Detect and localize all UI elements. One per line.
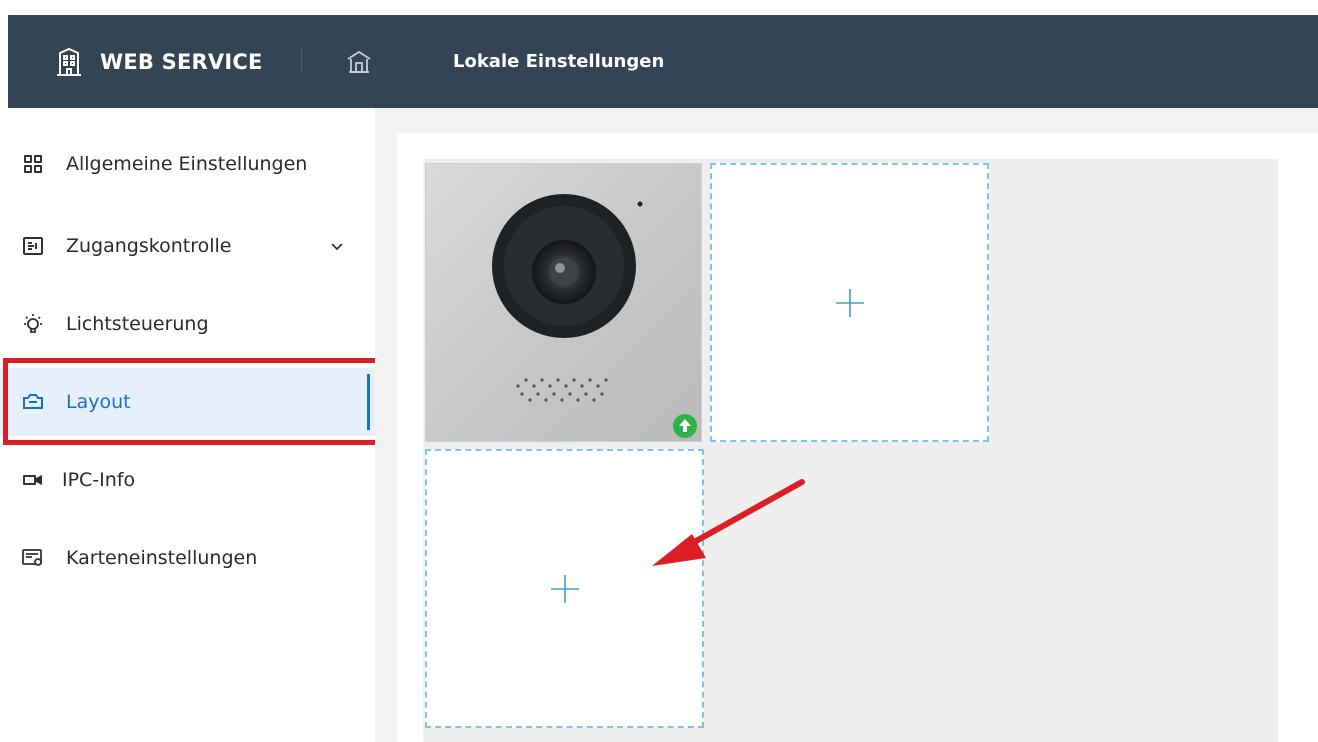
brand-title: WEB SERVICE [100, 49, 263, 74]
layout-icon [22, 391, 44, 413]
sidebar-item-label: Layout [66, 391, 131, 413]
sidebar: Allgemeine Einstellungen Zugangskontroll… [0, 108, 381, 742]
header-divider [301, 50, 302, 74]
sidebar-item-label: Allgemeine Einstellungen [66, 153, 308, 175]
page-title: Lokale Einstellungen [453, 51, 665, 72]
chevron-down-icon[interactable] [330, 239, 344, 253]
brand: WEB SERVICE [54, 15, 263, 108]
grid-icon [22, 153, 44, 175]
top-header-bar: WEB SERVICE Lokale Einstellungen [8, 15, 1318, 108]
sidebar-item-label: Zugangskontrolle [66, 235, 232, 257]
home-icon[interactable] [345, 48, 373, 76]
door-station-image [492, 194, 643, 402]
device-image-slot[interactable] [425, 163, 702, 442]
sidebar-item-card-settings[interactable]: Karteneinstellungen [0, 524, 375, 592]
layout-slot-add[interactable] [710, 163, 989, 442]
sidebar-item-light-control[interactable]: Lichtsteuerung [0, 290, 375, 358]
sidebar-item-label: IPC-Info [62, 469, 136, 491]
access-control-icon [22, 235, 44, 257]
plus-icon [834, 287, 866, 319]
active-indicator [367, 374, 370, 430]
plus-icon [549, 573, 581, 605]
layout-slot-add[interactable] [425, 449, 704, 728]
sidebar-item-label: Karteneinstellungen [66, 547, 258, 569]
card-settings-icon [22, 547, 44, 569]
sidebar-item-general-settings[interactable]: Allgemeine Einstellungen [0, 130, 375, 198]
camera-icon [22, 469, 44, 491]
sidebar-item-label: Lichtsteuerung [66, 313, 209, 335]
sidebar-item-ipc-info[interactable]: IPC-Info [0, 446, 375, 514]
sidebar-item-layout[interactable]: Layout [0, 368, 375, 436]
sidebar-item-access-control[interactable]: Zugangskontrolle [0, 212, 375, 280]
upload-icon[interactable] [672, 413, 698, 439]
light-bulb-icon [22, 313, 44, 335]
building-icon [54, 47, 84, 77]
